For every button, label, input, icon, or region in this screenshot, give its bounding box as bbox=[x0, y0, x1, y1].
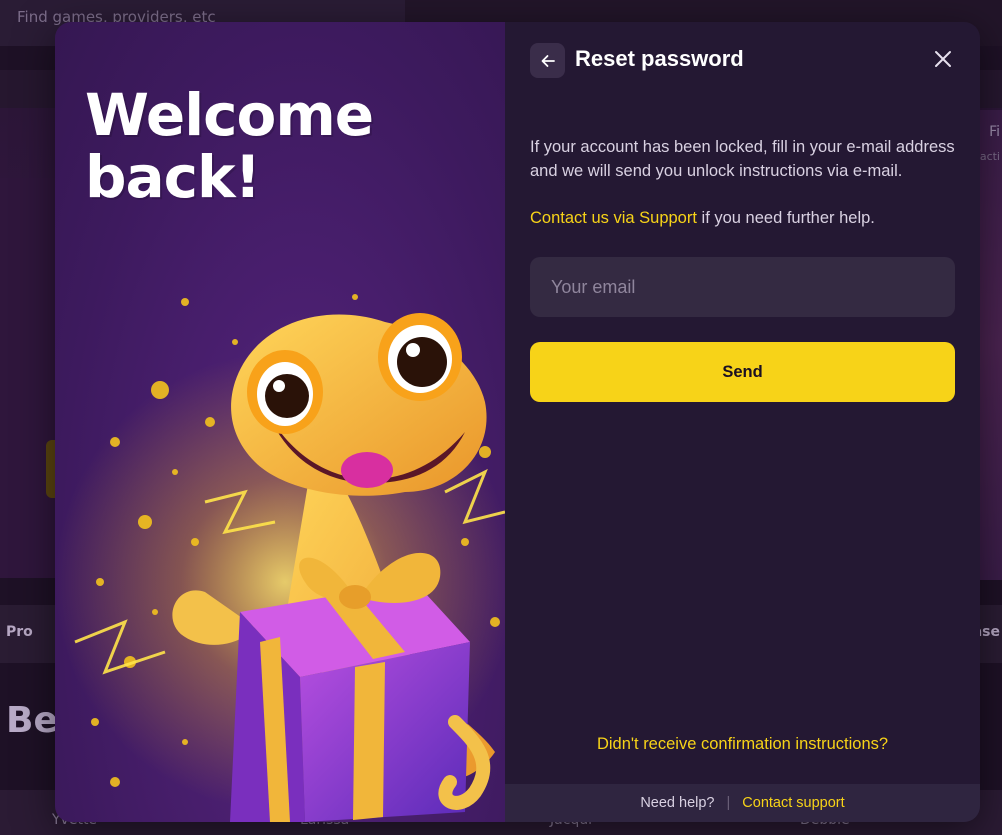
send-button[interactable]: Send bbox=[530, 342, 955, 402]
contact-support-link[interactable]: Contact us via Support bbox=[530, 209, 697, 227]
background-right-subtitle: acti bbox=[979, 150, 1000, 163]
arrow-left-icon bbox=[541, 54, 555, 67]
background-promo-left: Pro bbox=[6, 624, 33, 640]
footer-separator: | bbox=[726, 795, 731, 811]
close-icon bbox=[935, 51, 951, 67]
dialog-title: Reset password bbox=[575, 46, 744, 71]
footer-help-text: Need help? bbox=[640, 795, 715, 811]
background-heading: Be bbox=[6, 700, 58, 741]
background-right-title: Fi bbox=[989, 124, 1000, 140]
support-line: Contact us via Support if you need furth… bbox=[530, 207, 960, 231]
footer-contact-support-link[interactable]: Contact support bbox=[742, 795, 844, 811]
footer-bar: Need help? | Contact support bbox=[505, 784, 980, 822]
reset-description: If your account has been locked, fill in… bbox=[530, 138, 955, 180]
promo-pane: Welcome back! bbox=[55, 22, 505, 822]
email-input[interactable] bbox=[530, 257, 955, 317]
support-line-suffix: if you need further help. bbox=[696, 209, 875, 227]
form-pane: Reset password If your account has been … bbox=[505, 22, 980, 822]
welcome-title-line1: Welcome bbox=[85, 81, 374, 149]
back-button[interactable] bbox=[530, 43, 565, 78]
resend-confirmation-link[interactable]: Didn't receive confirmation instructions… bbox=[505, 735, 980, 754]
reset-password-modal: Welcome back! Reset password If your acc… bbox=[55, 22, 980, 822]
welcome-title: Welcome back! bbox=[85, 84, 415, 208]
close-button[interactable] bbox=[931, 47, 955, 71]
welcome-title-line2: back! bbox=[85, 143, 261, 211]
